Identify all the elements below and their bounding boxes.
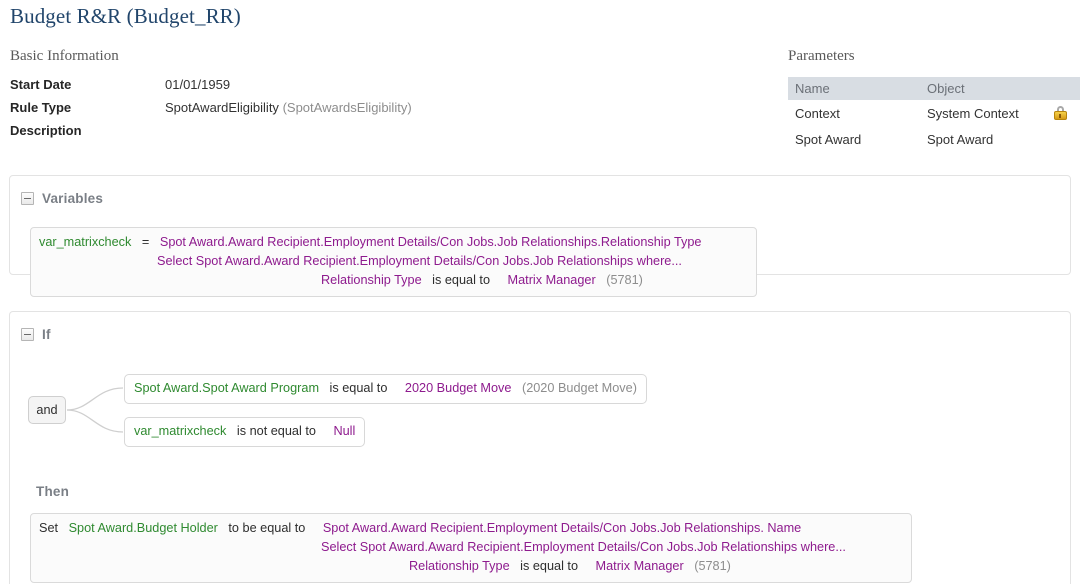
parameters-column-name: Name — [788, 77, 920, 100]
info-value-rule-type: SpotAwardEligibility (SpotAwardsEligibil… — [165, 100, 412, 115]
parameter-lock-cell-empty — [1054, 126, 1080, 152]
info-row-description: Description — [10, 123, 650, 146]
then-action-line-2: Select Spot Award.Award Recipient.Employ… — [39, 538, 903, 557]
variable-filter-value-id: (5781) — [606, 273, 643, 287]
parameter-object-context: System Context — [927, 105, 1019, 121]
info-row-start-date: Start Date 01/01/1959 — [10, 77, 650, 100]
condition-1-value-id: (2020 Budget Move) — [521, 381, 637, 395]
variables-panel-header[interactable]: Variables — [10, 176, 1070, 207]
then-operator: to be equal to — [228, 521, 306, 535]
then-source-path: Spot Award.Award Recipient.Employment De… — [322, 521, 802, 535]
rule-type-technical-name: (SpotAwardsEligibility) — [282, 100, 412, 115]
rule-detail-page: Budget R&R (Budget_RR) Basic Information… — [0, 0, 1080, 584]
then-select-clause: Select Spot Award.Award Recipient.Employ… — [321, 540, 846, 554]
variable-expression-box[interactable]: var_matrixcheck = Spot Award.Award Recip… — [30, 227, 757, 297]
page-title: Budget R&R (Budget_RR) — [10, 4, 241, 28]
condition-1-field: Spot Award.Spot Award Program — [134, 381, 320, 395]
parameters-caption: Parameters — [788, 48, 855, 64]
basic-information-section: Basic Information Start Date 01/01/1959 … — [10, 48, 650, 146]
then-filter-value: Matrix Manager — [595, 559, 684, 573]
logical-operator-and-node[interactable]: and — [28, 396, 66, 424]
then-filter-operator: is equal to — [520, 559, 579, 573]
then-action-box[interactable]: Set Spot Award.Budget Holder to be equal… — [30, 513, 912, 583]
variable-select-clause: Select Spot Award.Award Recipient.Employ… — [157, 254, 682, 268]
if-panel-title: If — [42, 327, 51, 342]
then-action-line-3: Relationship Type is equal to Matrix Man… — [39, 557, 903, 576]
variable-expression-line-2: Select Spot Award.Award Recipient.Employ… — [39, 252, 748, 271]
condition-2-field: var_matrixcheck — [134, 424, 227, 438]
info-label-description: Description — [10, 123, 82, 138]
basic-information-caption: Basic Information — [10, 48, 119, 64]
condition-2-operator: is not equal to — [236, 424, 316, 438]
parameter-lock-cell — [1054, 100, 1080, 126]
then-label: Then — [36, 484, 70, 499]
variable-equals: = — [141, 235, 150, 249]
parameter-name-spot-award: Spot Award — [795, 131, 862, 147]
then-action-line-1: Set Spot Award.Budget Holder to be equal… — [39, 519, 903, 538]
variable-filter-operator: is equal to — [432, 273, 491, 287]
condition-1-value: 2020 Budget Move — [404, 381, 512, 395]
parameter-object-spot-award: Spot Award — [927, 131, 994, 147]
table-row[interactable]: Context System Context — [788, 100, 1080, 126]
parameters-section: Parameters Name Object Context System Co… — [788, 48, 1080, 152]
variable-expression-line-3: Relationship Type is equal to Matrix Man… — [39, 271, 748, 290]
parameters-column-object: Object — [920, 77, 1080, 100]
condition-2-value: Null — [333, 424, 356, 438]
parameters-header-row: Name Object — [788, 77, 1080, 100]
info-label-start-date: Start Date — [10, 77, 72, 92]
and-node-label: and — [36, 403, 58, 417]
info-value-start-date: 01/01/1959 — [165, 77, 230, 92]
parameter-name-context: Context — [795, 105, 840, 121]
start-date-value: 01/01/1959 — [165, 77, 231, 92]
then-target-field: Spot Award.Budget Holder — [68, 521, 218, 535]
rule-type-value: SpotAwardEligibility — [165, 100, 279, 115]
collapse-minus-icon[interactable] — [21, 328, 34, 341]
condition-1-operator: is equal to — [329, 381, 388, 395]
collapse-minus-icon[interactable] — [21, 192, 34, 205]
variable-source-path: Spot Award.Award Recipient.Employment De… — [159, 235, 702, 249]
if-panel-header[interactable]: If — [10, 312, 1070, 343]
then-filter-field: Relationship Type — [409, 559, 510, 573]
info-label-rule-type: Rule Type — [10, 100, 72, 115]
parameters-table: Name Object Context System Context Spot … — [788, 77, 1080, 152]
then-filter-value-id: (5781) — [694, 559, 731, 573]
variable-name: var_matrixcheck — [39, 235, 132, 249]
info-row-rule-type: Rule Type SpotAwardEligibility (SpotAwar… — [10, 100, 650, 123]
variables-panel-title: Variables — [42, 191, 104, 206]
condition-row-1[interactable]: Spot Award.Spot Award Program is equal t… — [124, 374, 647, 404]
lock-icon — [1054, 105, 1067, 120]
variable-expression-line-1: var_matrixcheck = Spot Award.Award Recip… — [39, 233, 748, 252]
variable-filter-value: Matrix Manager — [507, 273, 596, 287]
then-set-keyword: Set — [39, 521, 59, 535]
condition-row-2[interactable]: var_matrixcheck is not equal to Null — [124, 417, 366, 447]
variable-filter-field: Relationship Type — [321, 273, 422, 287]
table-row[interactable]: Spot Award Spot Award — [788, 126, 1080, 152]
